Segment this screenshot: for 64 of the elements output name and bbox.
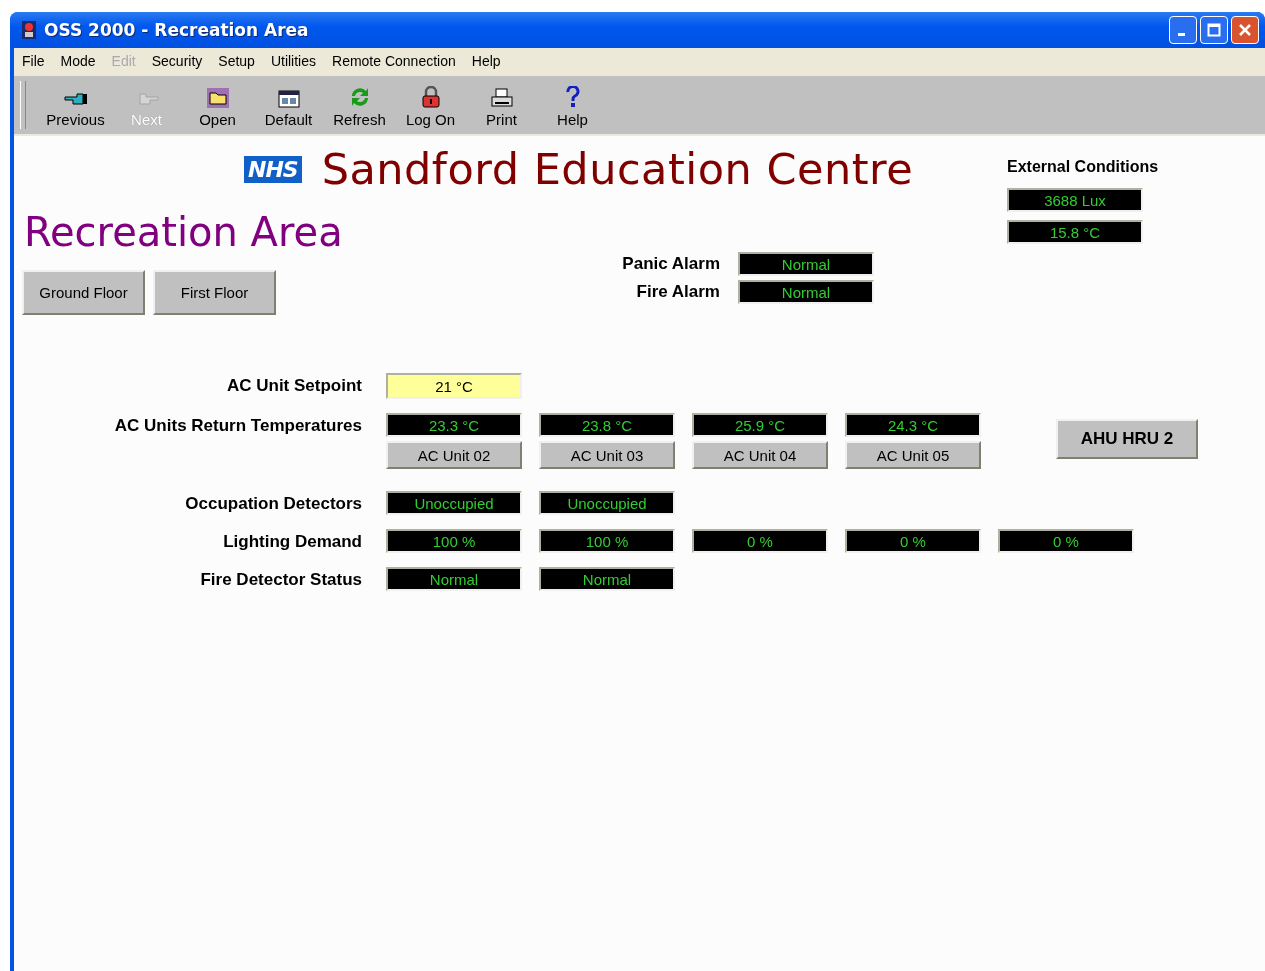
folder-icon <box>206 88 229 108</box>
help-icon <box>565 86 580 108</box>
menu-item[interactable]: Help <box>471 53 501 69</box>
window-icon <box>277 90 300 108</box>
pointing-hand-icon <box>63 90 88 108</box>
status-readout: Unoccupied <box>386 491 522 515</box>
status-readout: 100 % <box>386 529 522 553</box>
ahu-button[interactable]: AHU HRU 2 <box>1056 419 1198 459</box>
toolbar-button[interactable]: Print <box>466 78 537 132</box>
toolbar-button[interactable]: Help <box>537 78 608 132</box>
menu-item[interactable]: File <box>22 53 45 69</box>
condition-readout: 3688 Lux <box>1007 188 1143 212</box>
row-label: Occupation Detectors <box>184 493 362 515</box>
status-readout: 0 % <box>692 529 828 553</box>
row-label: AC Unit Setpoint <box>225 375 362 397</box>
menu-item[interactable]: Security <box>151 53 203 69</box>
floor-button[interactable]: Ground Floor <box>22 270 145 315</box>
printer-icon <box>490 88 513 108</box>
section-title: External Conditions <box>1007 158 1159 176</box>
unit-button[interactable]: AC Unit 05 <box>845 441 981 469</box>
condition-readout: 15.8 °C <box>1007 220 1143 244</box>
setpoint-field[interactable]: 21 °C <box>386 373 522 399</box>
area-title: Recreation Area <box>23 208 343 257</box>
maximize-icon <box>1207 23 1221 37</box>
alarm-label: Fire Alarm <box>636 282 720 302</box>
status-readout: 100 % <box>539 529 675 553</box>
row-label: Lighting Demand <box>222 531 362 553</box>
toolbar-button[interactable]: Previous <box>40 78 111 132</box>
toolbar-button[interactable]: Default <box>253 78 324 132</box>
unit-button[interactable]: AC Unit 03 <box>539 441 675 469</box>
temperature-readout: 23.8 °C <box>539 413 675 437</box>
status-readout: Normal <box>539 567 675 591</box>
app-icon <box>22 21 36 39</box>
toolbar-button[interactable]: Refresh <box>324 78 395 132</box>
status-readout: Normal <box>386 567 522 591</box>
menu-item[interactable]: Remote Connection <box>332 53 456 69</box>
nhs-logo: NHS <box>244 155 302 183</box>
unit-button[interactable]: AC Unit 02 <box>386 441 522 469</box>
window-title: OSS 2000 - Recreation Area <box>44 20 309 40</box>
menu-item[interactable]: Setup <box>218 53 255 69</box>
close-button[interactable] <box>1231 16 1259 44</box>
temperature-readout: 24.3 °C <box>845 413 981 437</box>
maximize-button[interactable] <box>1200 16 1228 44</box>
row-label: AC Units Return Temperatures <box>113 415 362 437</box>
minimize-icon <box>1177 33 1185 36</box>
row-label: Fire Detector Status <box>199 569 362 591</box>
padlock-icon <box>419 86 442 108</box>
unit-button[interactable]: AC Unit 04 <box>692 441 828 469</box>
temperature-readout: 25.9 °C <box>692 413 828 437</box>
site-title: Sandford Education Centre <box>321 144 914 194</box>
menu-item[interactable]: Utilities <box>270 53 316 69</box>
menu-item[interactable]: Mode <box>60 53 96 69</box>
temperature-readout: 23.3 °C <box>386 413 522 437</box>
toolbar-button[interactable]: Open <box>182 78 253 132</box>
alarm-readout: Normal <box>738 252 874 276</box>
floor-button[interactable]: First Floor <box>153 270 276 315</box>
alarm-readout: Normal <box>738 280 874 304</box>
status-readout: 0 % <box>845 529 981 553</box>
close-icon <box>1238 23 1252 37</box>
alarm-label: Panic Alarm <box>622 254 720 274</box>
minimize-button[interactable] <box>1169 16 1197 44</box>
status-readout: Unoccupied <box>539 491 675 515</box>
toolbar-button[interactable]: Log On <box>395 78 466 132</box>
status-readout: 0 % <box>998 529 1134 553</box>
